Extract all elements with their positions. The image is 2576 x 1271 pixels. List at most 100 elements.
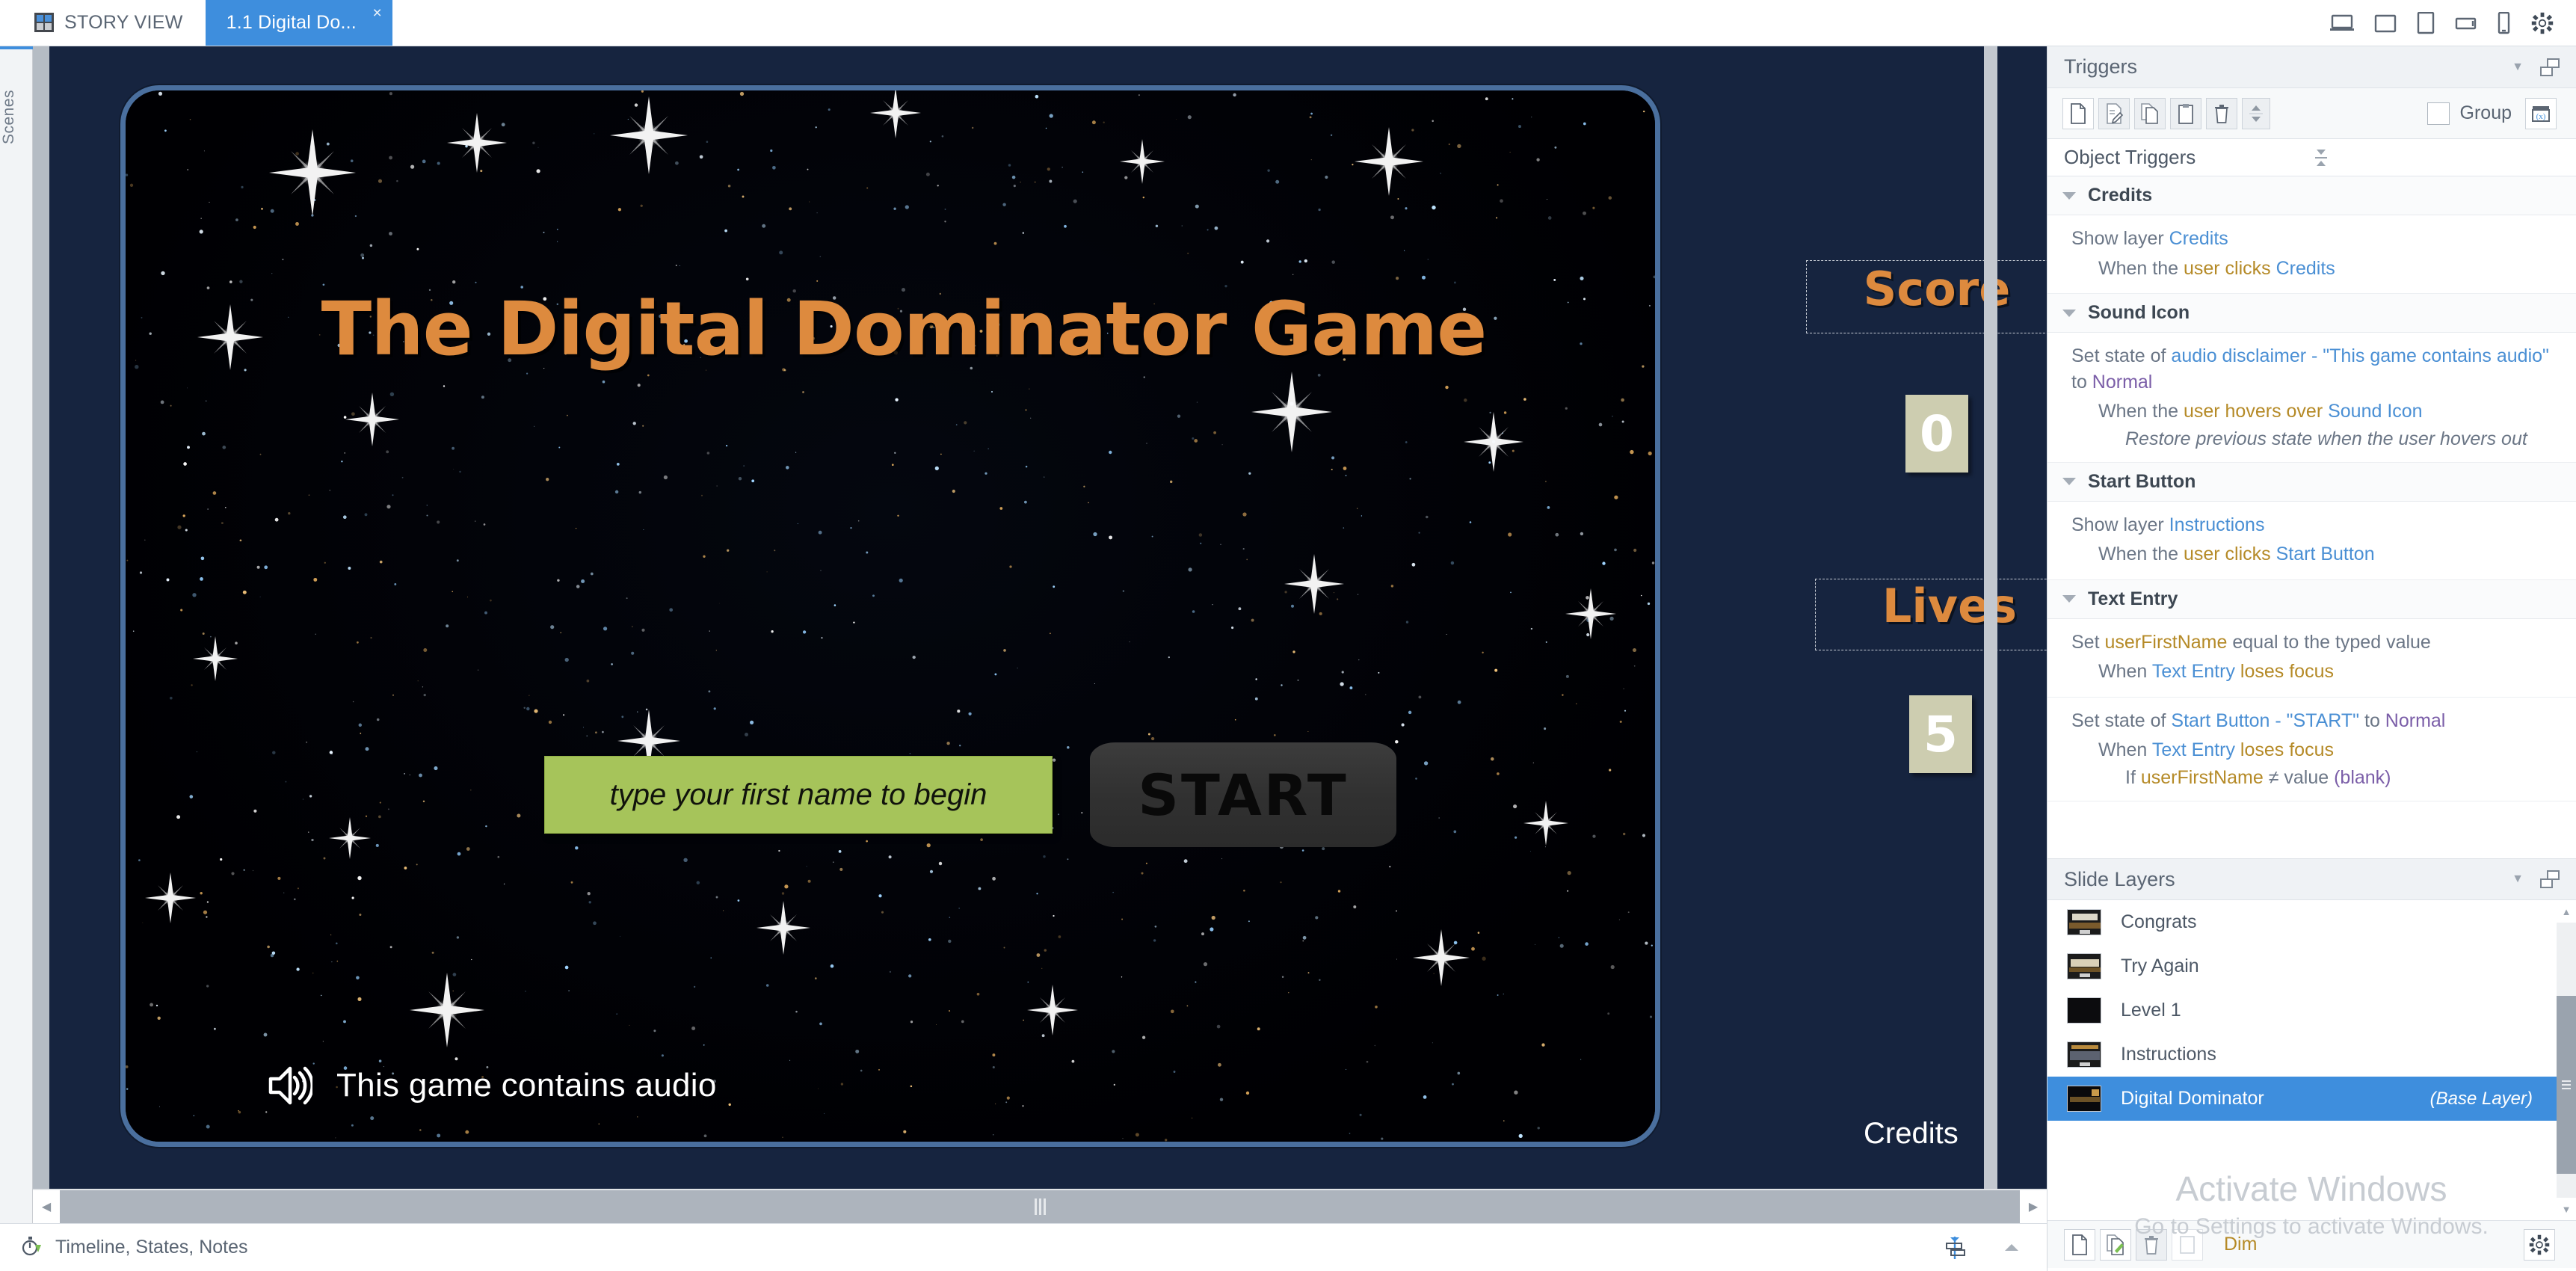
collapse-all-icon[interactable] bbox=[2312, 147, 2560, 169]
audio-disclaimer[interactable]: This game contains audio bbox=[266, 1064, 717, 1107]
layer-settings-gear-icon[interactable] bbox=[2524, 1228, 2555, 1261]
trigger-group-header[interactable]: Text Entry bbox=[2047, 579, 2576, 619]
phone-portrait-icon[interactable] bbox=[2497, 12, 2512, 34]
trigger-group-header[interactable]: Credits bbox=[2047, 176, 2576, 215]
trigger-item[interactable]: Set userFirstName equal to the typed val… bbox=[2047, 619, 2576, 698]
slide-layers-toolbar: Dim bbox=[2047, 1220, 2576, 1268]
float-panel-icon[interactable] bbox=[2540, 58, 2560, 76]
triggers-toolbar: Group (x) bbox=[2047, 88, 2576, 139]
object-triggers-title: Object Triggers bbox=[2064, 146, 2196, 168]
canvas-horizontal-scrollbar[interactable]: ◀ ▶ bbox=[33, 1189, 2047, 1223]
slide-content-panel: The Digital Dominator Game type your fir… bbox=[120, 85, 1660, 1147]
trigger-group-name: Text Entry bbox=[2088, 588, 2178, 609]
timeline-icon bbox=[21, 1236, 43, 1260]
new-layer-icon[interactable] bbox=[2064, 1228, 2095, 1261]
object-triggers-subheader: Object Triggers bbox=[2047, 139, 2576, 176]
svg-text:(x): (x) bbox=[2536, 112, 2546, 121]
trigger-item[interactable]: Set state of Start Button - "START" to N… bbox=[2047, 698, 2576, 801]
slide-layer-row[interactable]: Instructions bbox=[2047, 1033, 2576, 1077]
slide-layer-row[interactable]: Congrats bbox=[2047, 900, 2576, 944]
phone-landscape-icon[interactable] bbox=[2455, 15, 2477, 31]
slide-canvas[interactable]: The Digital Dominator Game type your fir… bbox=[49, 46, 2047, 1189]
trigger-when: When Text Entry loses focus bbox=[2098, 661, 2334, 682]
float-panel-icon[interactable] bbox=[2540, 870, 2560, 888]
scroll-left-icon[interactable]: ◀ bbox=[33, 1190, 60, 1223]
paste-trigger-icon[interactable] bbox=[2170, 97, 2201, 129]
scroll-up-icon[interactable]: ▲ bbox=[2557, 900, 2576, 923]
slide-layer-row[interactable]: Level 1 bbox=[2047, 988, 2576, 1033]
canvas-vertical-scrollbar[interactable] bbox=[1984, 46, 1997, 1189]
layer-name: Try Again bbox=[2121, 955, 2199, 976]
laptop-icon[interactable] bbox=[2329, 13, 2355, 33]
align-icon[interactable] bbox=[1942, 1235, 1968, 1261]
trigger-action: Set userFirstName equal to the typed val… bbox=[2071, 631, 2431, 653]
scroll-down-icon[interactable]: ▼ bbox=[2557, 1198, 2576, 1220]
close-icon[interactable]: × bbox=[372, 5, 381, 21]
gear-icon[interactable] bbox=[2531, 12, 2554, 34]
audio-disclaimer-label: This game contains audio bbox=[336, 1067, 717, 1104]
slide-layers-panel-header: Slide Layers ▼ bbox=[2047, 858, 2576, 900]
timeline-states-notes-button[interactable]: Timeline, States, Notes bbox=[0, 1236, 248, 1260]
reorder-trigger-icon[interactable] bbox=[2242, 97, 2270, 129]
score-label: Score bbox=[1863, 262, 2011, 316]
score-value-tile: 0 bbox=[1905, 395, 1968, 473]
start-button[interactable]: START bbox=[1090, 742, 1396, 847]
new-trigger-icon[interactable] bbox=[2062, 97, 2094, 129]
tab-slide-label: 1.1 Digital Do... bbox=[226, 11, 357, 33]
slide-layers-list[interactable]: Congrats Try Again Level 1 Instructions Digi… bbox=[2047, 900, 2576, 1220]
trigger-group-header[interactable]: Sound Icon bbox=[2047, 294, 2576, 333]
tab-story-view[interactable]: STORY VIEW bbox=[0, 0, 206, 46]
triggers-list[interactable]: Credits Show layer Credits When the user c… bbox=[2047, 176, 2576, 858]
layers-scroll-thumb[interactable] bbox=[2557, 996, 2576, 1174]
tab-story-view-label: STORY VIEW bbox=[64, 11, 183, 33]
copy-trigger-icon[interactable] bbox=[2134, 97, 2166, 129]
slide-layers-panel-title: Slide Layers bbox=[2064, 867, 2175, 890]
slide-layer-row[interactable]: Try Again bbox=[2047, 944, 2576, 988]
slide-layer-row[interactable]: Digital Dominator (Base Layer) bbox=[2047, 1077, 2576, 1121]
trigger-item[interactable]: Show layer Instructions When the user cli… bbox=[2047, 502, 2576, 580]
scroll-right-icon[interactable]: ▶ bbox=[2020, 1190, 2047, 1223]
chevron-down-icon[interactable]: ▼ bbox=[2512, 873, 2524, 886]
scenes-accent-bar bbox=[0, 46, 33, 49]
delete-trigger-icon[interactable] bbox=[2206, 97, 2237, 129]
trigger-when: When the user clicks Start Button bbox=[2098, 544, 2375, 564]
rail-divider bbox=[33, 46, 49, 1223]
dim-layer-icon[interactable] bbox=[2172, 1228, 2203, 1261]
horizontal-scroll-thumb[interactable] bbox=[60, 1190, 2020, 1223]
status-bar: Timeline, States, Notes bbox=[0, 1223, 2047, 1271]
lives-label: Lives bbox=[1882, 579, 2018, 633]
trigger-item[interactable]: Set state of audio disclaimer - "This ga… bbox=[2047, 333, 2576, 463]
tablet-portrait-icon[interactable] bbox=[2416, 12, 2435, 34]
collapse-icon[interactable] bbox=[2002, 1240, 2021, 1255]
text-entry-field[interactable]: type your first name to begin bbox=[544, 756, 1053, 834]
lives-value-tile: 5 bbox=[1909, 695, 1972, 773]
layers-scrollbar[interactable]: ▲ ▼ bbox=[2557, 900, 2576, 1220]
story-view-icon bbox=[34, 13, 54, 32]
status-bar-label: Timeline, States, Notes bbox=[55, 1237, 248, 1258]
scenes-rail-label: Scenes bbox=[0, 90, 17, 145]
scenes-rail[interactable]: Scenes bbox=[0, 46, 33, 1223]
trigger-group-header[interactable]: Start Button bbox=[2047, 462, 2576, 502]
chevron-down-icon[interactable] bbox=[2062, 191, 2076, 200]
trigger-when: When the user hovers over Sound Icon bbox=[2098, 401, 2423, 422]
trigger-item[interactable]: Show layer Credits When the user clicks C… bbox=[2047, 215, 2576, 294]
group-checkbox[interactable] bbox=[2426, 102, 2450, 125]
tab-slide-1-1[interactable]: 1.1 Digital Do... × bbox=[205, 0, 392, 46]
edit-trigger-icon[interactable] bbox=[2098, 97, 2130, 129]
trigger-when: When the user clicks Credits bbox=[2098, 257, 2335, 279]
chevron-down-icon[interactable] bbox=[2062, 309, 2076, 317]
layer-name: Digital Dominator bbox=[2121, 1088, 2264, 1109]
chevron-down-icon[interactable] bbox=[2062, 478, 2076, 485]
chevron-down-icon[interactable]: ▼ bbox=[2512, 61, 2524, 74]
delete-layer-icon[interactable] bbox=[2136, 1228, 2167, 1261]
speaker-icon bbox=[266, 1064, 312, 1107]
trigger-action: Show layer Credits bbox=[2071, 228, 2228, 249]
chevron-down-icon[interactable] bbox=[2062, 595, 2076, 603]
tablet-landscape-icon[interactable] bbox=[2374, 13, 2397, 33]
duplicate-layer-icon[interactable] bbox=[2100, 1228, 2131, 1261]
layer-thumbnail bbox=[2067, 909, 2101, 935]
trigger-group-name: Sound Icon bbox=[2088, 302, 2190, 323]
trigger-action: Set state of audio disclaimer - "This ga… bbox=[2071, 345, 2549, 393]
credits-link[interactable]: Credits bbox=[1864, 1117, 1959, 1151]
variables-icon[interactable]: (x) bbox=[2525, 97, 2557, 129]
